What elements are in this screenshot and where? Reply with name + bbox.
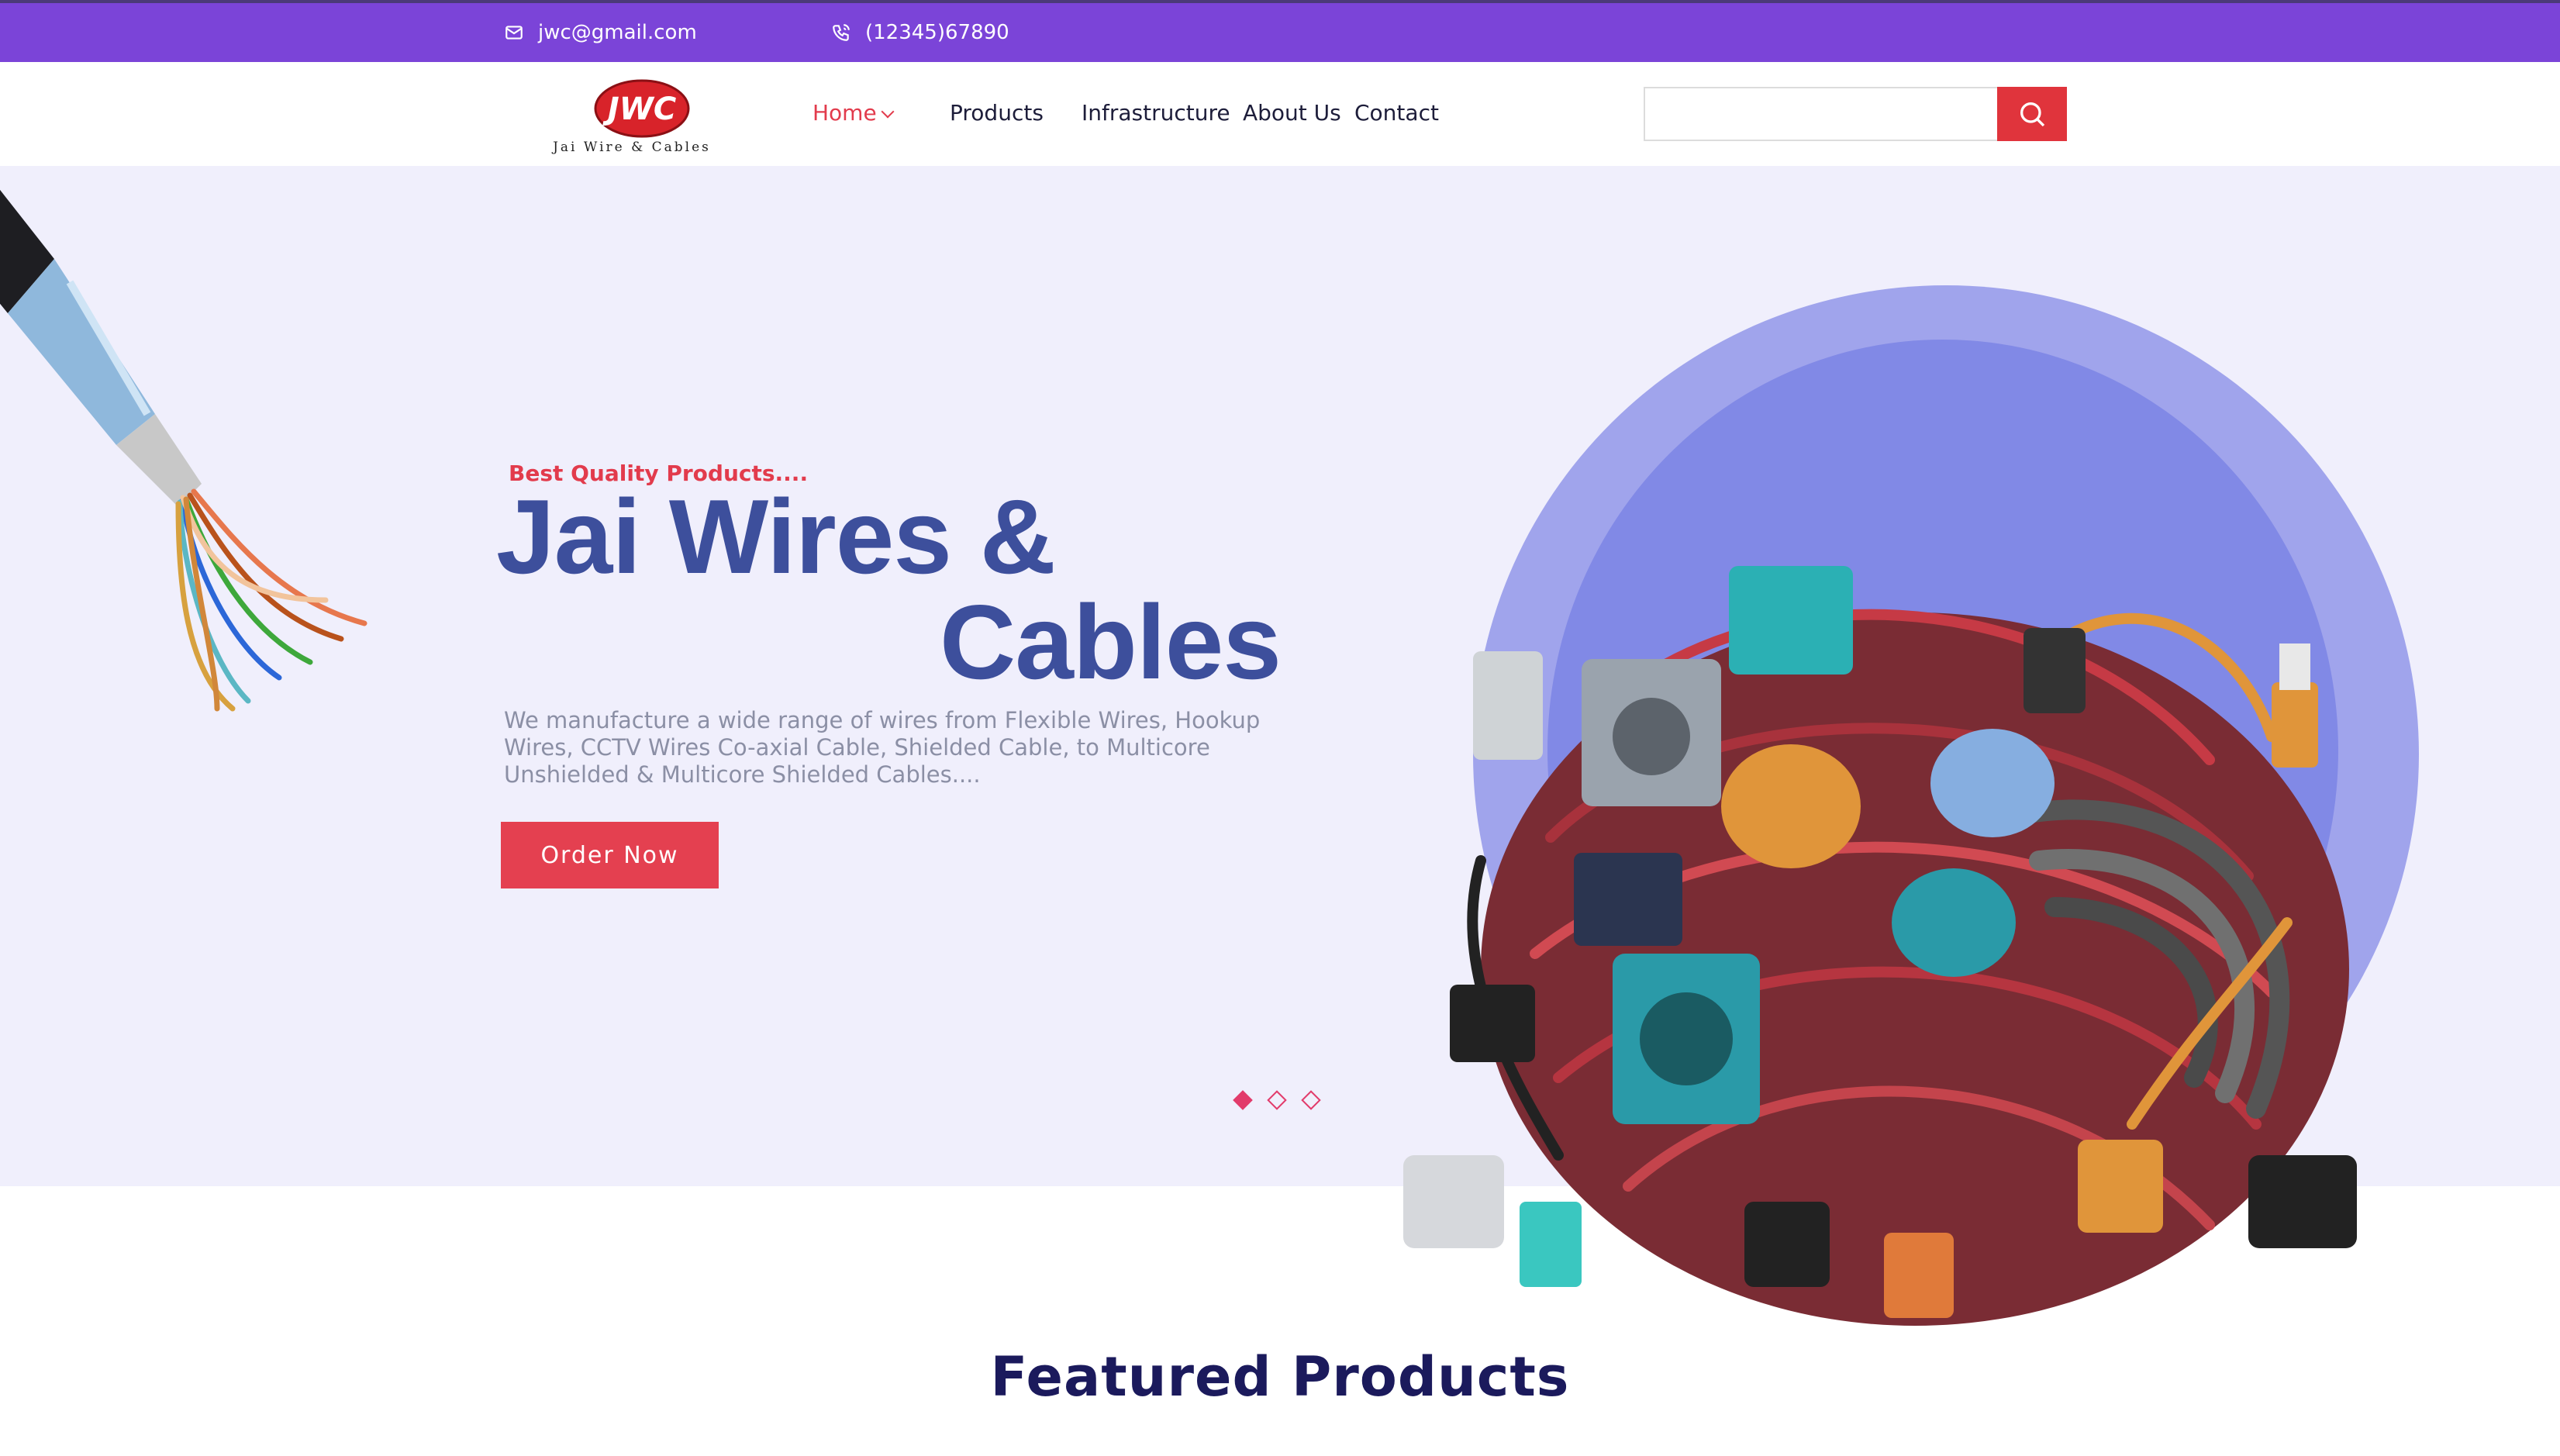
chevron-down-icon — [881, 105, 895, 119]
stripped-cable-image — [0, 189, 367, 712]
hero-title-line2: Cables — [940, 583, 1282, 701]
phone-icon — [833, 24, 850, 41]
nav-infrastructure[interactable]: Infrastructure — [1082, 100, 1230, 126]
featured-products-heading: Featured Products — [990, 1345, 1570, 1409]
site-header: JWC Jai Wire & Cables Home Products Infr… — [0, 62, 2560, 166]
phone-text: (12345)67890 — [865, 21, 1009, 44]
search-button[interactable] — [1997, 87, 2067, 141]
phone-contact[interactable]: (12345)67890 — [831, 3, 1009, 62]
search-icon — [2020, 102, 2045, 127]
slider-dot-3[interactable] — [1301, 1090, 1321, 1110]
nav-home[interactable]: Home — [813, 100, 895, 126]
slider-dot-1[interactable] — [1233, 1090, 1253, 1110]
email-contact[interactable]: jwc@gmail.com — [504, 3, 697, 62]
hero-description: We manufacture a wide range of wires fro… — [504, 707, 1261, 788]
email-text: jwc@gmail.com — [538, 21, 697, 44]
cable-bundle-image — [1403, 566, 2357, 1326]
top-contact-bar: jwc@gmail.com (12345)67890 — [0, 0, 2560, 62]
mail-icon — [505, 26, 523, 40]
brand-tagline: Jai Wire & Cables — [553, 140, 711, 155]
hero-title-line1: Jai Wires & — [496, 478, 1056, 595]
nav-about[interactable]: About Us — [1243, 100, 1341, 126]
search-input[interactable] — [1644, 87, 2000, 141]
brand-logo[interactable]: JWC Jai Wire & Cables — [535, 73, 729, 158]
nav-contact[interactable]: Contact — [1354, 100, 1439, 126]
nav-products[interactable]: Products — [950, 100, 1044, 126]
svg-text:JWC: JWC — [602, 91, 676, 127]
slider-dot-2[interactable] — [1267, 1090, 1287, 1110]
slider-dots — [1233, 1090, 1321, 1110]
order-now-button[interactable]: Order Now — [501, 822, 719, 888]
nav-home-label: Home — [813, 100, 877, 126]
jwc-logo-icon: JWC — [594, 79, 690, 138]
search-box — [1644, 87, 2067, 141]
